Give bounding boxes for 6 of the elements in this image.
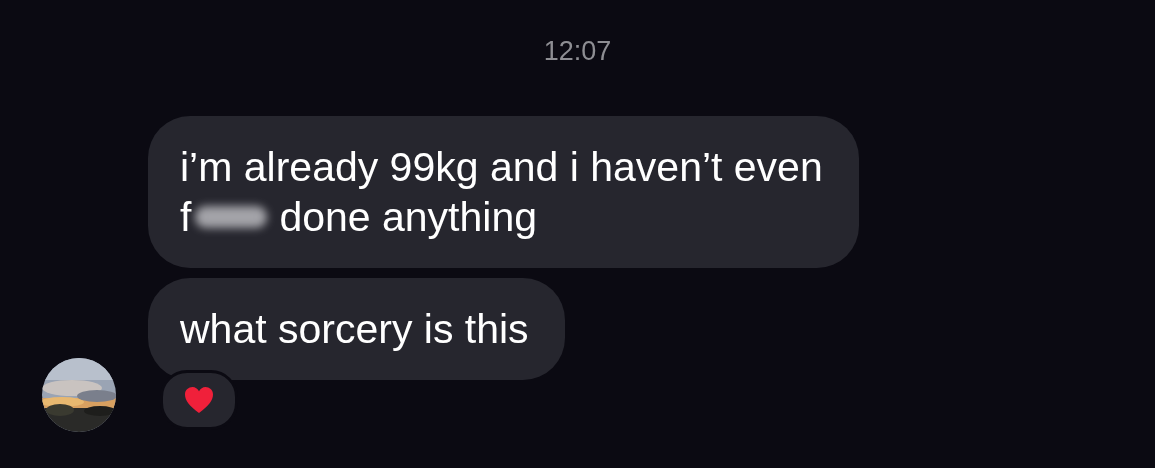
- message-text: done anything: [279, 193, 538, 242]
- message-text: i’m already 99kg and i haven’t even: [180, 143, 823, 192]
- timestamp: 12:07: [542, 36, 613, 68]
- message-text: f: [180, 193, 192, 242]
- message-text: what sorcery is this: [180, 305, 529, 354]
- heart-icon: [184, 386, 214, 414]
